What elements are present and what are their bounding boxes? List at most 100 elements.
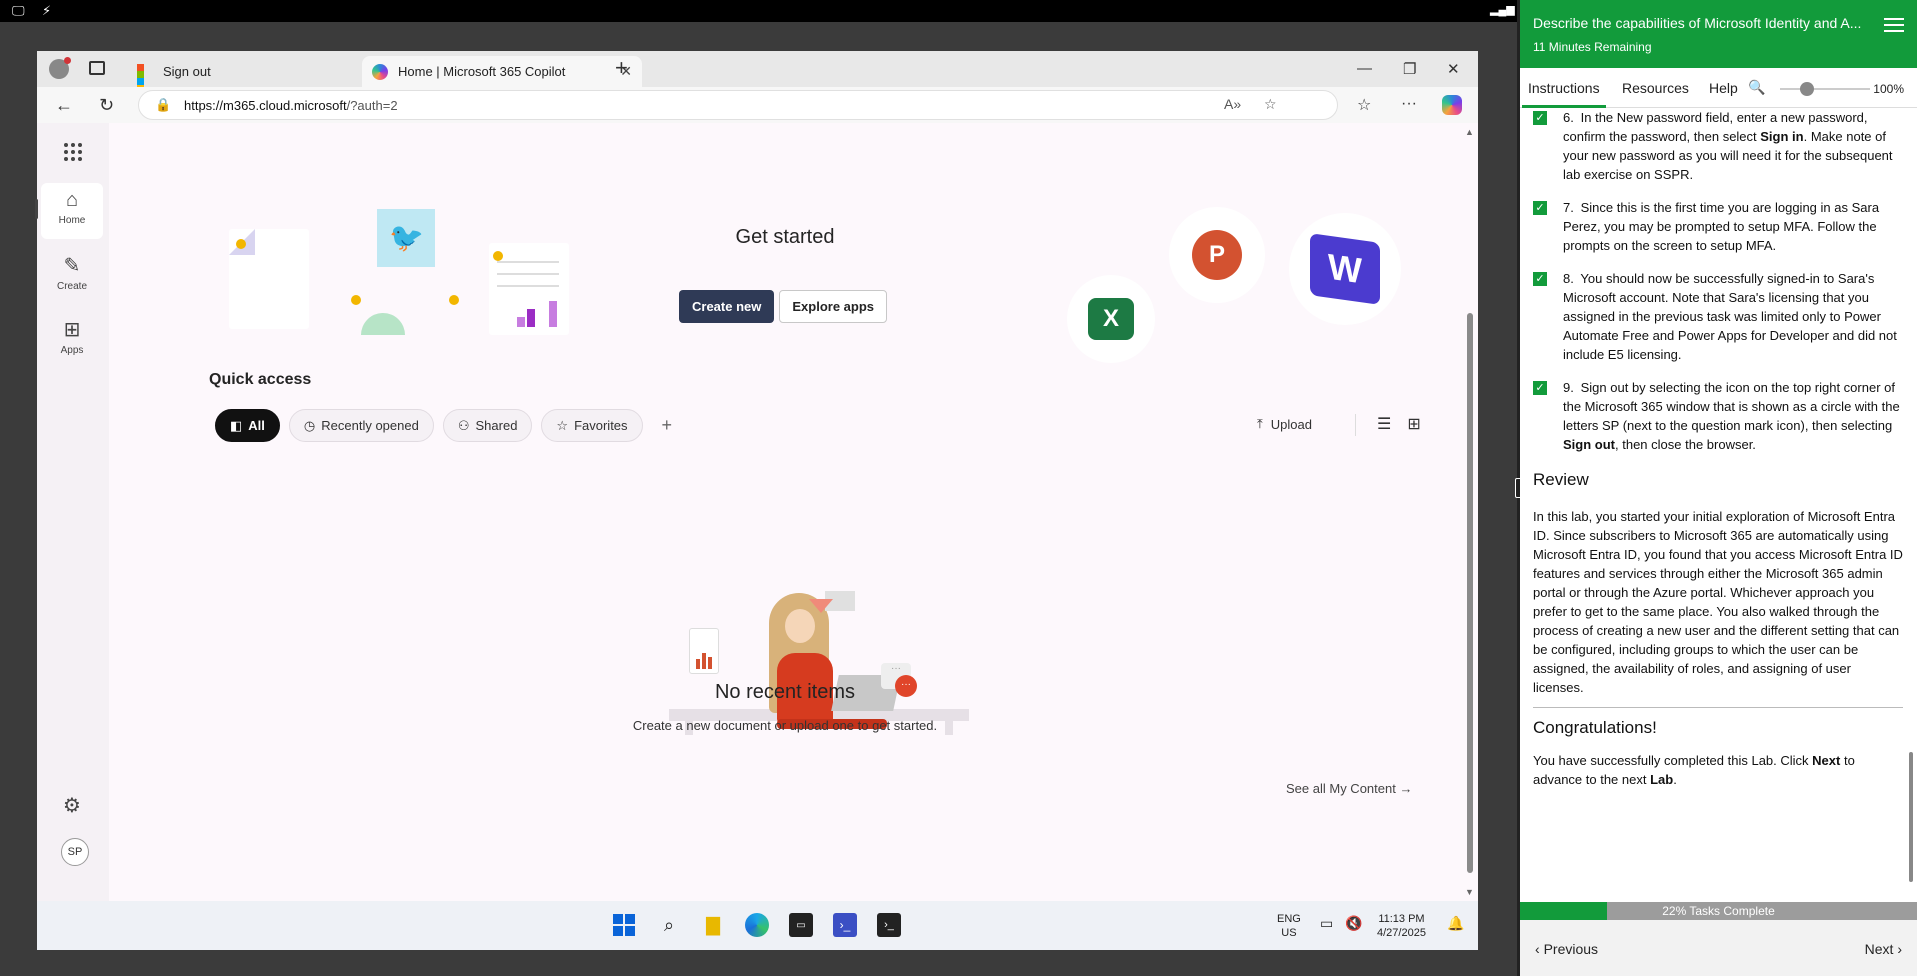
zoom-search-icon[interactable]: 🔍 <box>1748 79 1765 96</box>
upload-icon: ⤒ <box>1257 416 1263 431</box>
chip-favorites[interactable]: ☆ Favorites <box>541 409 643 442</box>
read-aloud-icon[interactable]: A» <box>1224 96 1241 112</box>
rail-item-home[interactable]: ⌂ Home <box>35 183 103 239</box>
step-checkbox[interactable]: ✓ <box>1533 272 1547 286</box>
next-label: Next <box>1864 941 1894 957</box>
app-launcher-icon[interactable] <box>64 143 82 161</box>
zoom-slider[interactable] <box>1780 82 1870 96</box>
file-explorer-icon[interactable]: ▇ <box>701 913 725 937</box>
copilot-sidebar-icon[interactable] <box>1442 95 1462 115</box>
instructions-scrollbar[interactable] <box>1907 112 1915 892</box>
scroll-down-icon[interactable]: ▼ <box>1465 887 1474 897</box>
progress-bar: 22% Tasks Complete <box>1520 902 1917 920</box>
explore-apps-button[interactable]: Explore apps <box>779 290 888 323</box>
upload-label: Upload <box>1270 416 1312 432</box>
favorite-star-icon[interactable]: ☆ <box>1264 96 1277 113</box>
refresh-icon[interactable]: ↻ <box>99 95 114 116</box>
word-bubble: W <box>1289 213 1401 325</box>
lab-footer: ‹ Previous Next › <box>1520 920 1917 976</box>
lab-panel: Describe the capabilities of Microsoft I… <box>1520 0 1917 976</box>
create-new-button[interactable]: Create new <box>679 290 775 323</box>
scroll-thumb[interactable] <box>1909 752 1913 882</box>
copilot-icon <box>372 63 388 80</box>
address-bar[interactable]: 🔒 https://m365.cloud.microsoft/?auth=2 A… <box>138 90 1338 120</box>
tab-m365-home[interactable]: Home | Microsoft 365 Copilot ✕ <box>362 56 642 87</box>
tab-instructions[interactable]: Instructions <box>1522 80 1606 108</box>
network-icon[interactable]: ▭ <box>1320 916 1333 930</box>
dot <box>351 295 361 305</box>
step-checkbox[interactable]: ✓ <box>1533 201 1547 215</box>
m365-page: ⌂ Home ✎ Create ⊞ Apps ⚙ SP 🐦 Get starte… <box>35 123 1478 901</box>
rail-item-create[interactable]: ✎ Create <box>41 247 103 303</box>
microsoft-logo-icon <box>137 63 153 92</box>
close-window-icon[interactable]: ✕ <box>1447 60 1460 78</box>
chevron-left-icon: ‹ <box>1535 941 1544 957</box>
rail-label: Apps <box>60 345 84 356</box>
search-icon[interactable]: ⌕ <box>657 913 681 937</box>
powershell-icon[interactable]: ›_ <box>833 913 857 937</box>
powerpoint-bubble: P <box>1169 207 1265 303</box>
chip-recently-opened[interactable]: ◷ Recently opened <box>288 409 434 442</box>
rail-item-apps[interactable]: ⊞ Apps <box>41 311 103 367</box>
step-bold: Sign in <box>1760 129 1804 144</box>
cmd-icon[interactable]: ›_ <box>877 913 901 937</box>
congrats-text: You have successfully completed this Lab… <box>1533 753 1855 787</box>
add-filter-icon[interactable]: + <box>662 415 673 436</box>
avatar[interactable]: SP <box>61 838 89 866</box>
tab-help[interactable]: Help <box>1709 80 1738 96</box>
windows-start-icon[interactable] <box>612 913 636 937</box>
arrow-right-icon: → <box>1399 781 1413 796</box>
step-checkbox[interactable]: ✓ <box>1533 381 1547 395</box>
scroll-up-icon[interactable]: ▲ <box>1465 127 1474 137</box>
volume-muted-icon[interactable]: 🔇 <box>1345 916 1362 930</box>
browser-window: Sign out ✕ Home | Microsoft 365 Copilot … <box>35 51 1478 950</box>
lock-icon[interactable]: 🔒 <box>155 97 171 113</box>
quick-access-title: Quick access <box>209 371 312 388</box>
step-checkbox[interactable]: ✓ <box>1533 111 1547 125</box>
menu-icon[interactable] <box>1884 18 1904 36</box>
powerpoint-icon: P <box>1192 230 1242 280</box>
back-icon[interactable]: ← <box>55 95 73 116</box>
settings-gear-icon[interactable]: ⚙ <box>63 793 81 818</box>
tab-label: Sign out <box>163 64 211 79</box>
page-scrollbar[interactable]: ▲ ▼ <box>1464 123 1476 901</box>
terminal-icon[interactable]: ▭ <box>789 913 813 937</box>
profile-icon[interactable] <box>49 57 71 79</box>
monitor-icon[interactable]: 🖵 <box>12 3 25 19</box>
new-tab-icon[interactable]: + <box>615 55 628 81</box>
chip-all[interactable]: ◧ All <box>215 409 280 442</box>
clock[interactable]: 11:13 PM 4/27/2025 <box>1377 912 1426 940</box>
favorites-icon[interactable]: ☆ <box>1357 95 1371 115</box>
tab-actions-icon[interactable] <box>89 61 105 75</box>
minimize-icon[interactable]: — <box>1357 60 1372 77</box>
edge-icon[interactable] <box>745 913 769 937</box>
step-bold: Sign out <box>1563 437 1615 452</box>
notification-bell-icon[interactable]: 🔔 <box>1447 916 1464 930</box>
step-text: Since this is the first time you are log… <box>1563 200 1880 253</box>
grid-view-icon[interactable]: ⊞ <box>1407 414 1420 434</box>
rail-label: Create <box>56 281 87 292</box>
restore-icon[interactable]: ❐ <box>1403 60 1416 78</box>
previous-button[interactable]: ‹ Previous <box>1535 941 1598 957</box>
view-toggle: ☰ ⊞ <box>1377 414 1421 434</box>
step-number: 6. <box>1563 110 1574 125</box>
envelope-flap <box>809 599 833 613</box>
list-view-icon[interactable]: ☰ <box>1377 414 1391 434</box>
person-face <box>785 609 815 643</box>
dot <box>449 295 459 305</box>
language-indicator[interactable]: ENG US <box>1277 912 1301 940</box>
see-all-link[interactable]: See all My Content → <box>1286 781 1412 796</box>
zoom-knob[interactable] <box>1800 82 1814 96</box>
tab-resources[interactable]: Resources <box>1622 80 1689 96</box>
lightning-icon[interactable]: ⚡ <box>42 3 51 19</box>
next-button[interactable]: Next › <box>1865 941 1902 957</box>
all-files-icon: ◧ <box>230 417 243 433</box>
more-icon[interactable]: ··· <box>1401 95 1417 113</box>
chip-shared[interactable]: ⚇ Shared <box>442 409 533 442</box>
chip-label: Shared <box>475 418 518 433</box>
step-item: ✓ 8. You should now be successfully sign… <box>1533 269 1903 364</box>
upload-button[interactable]: ⤒ Upload <box>1257 416 1312 432</box>
scroll-thumb[interactable] <box>1467 313 1473 873</box>
see-all-label: See all My Content <box>1286 781 1396 796</box>
previous-label: Previous <box>1543 941 1599 957</box>
